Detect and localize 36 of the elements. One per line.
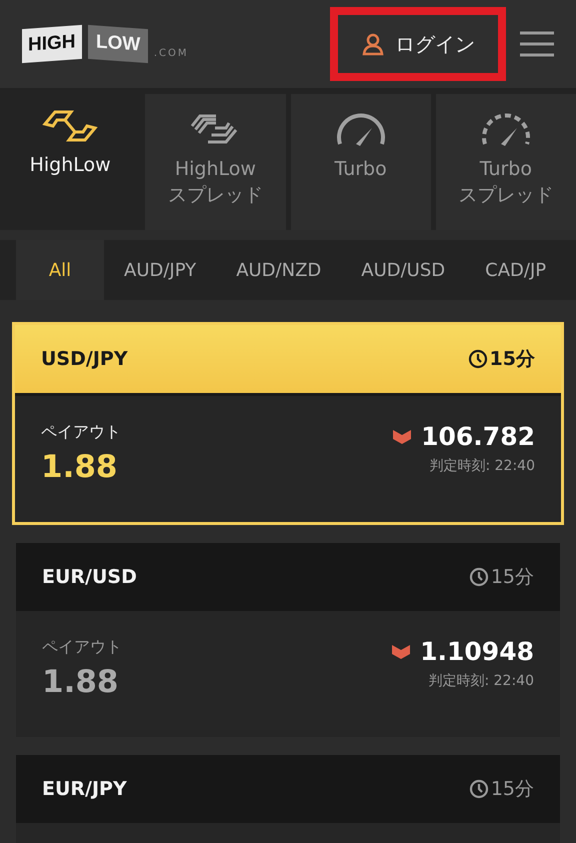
rate: 1.10948 bbox=[420, 637, 534, 666]
clock-icon bbox=[468, 349, 488, 369]
expiry-time: 判定時刻: 22:40 bbox=[428, 672, 534, 690]
payout-label: ペイアウト bbox=[41, 422, 121, 443]
product-tab[interactable]: Turbo スプレッド bbox=[436, 94, 576, 230]
payout-label: ペイアウト bbox=[42, 637, 122, 658]
currency-pair: EUR/JPY bbox=[42, 778, 127, 800]
currency-tab[interactable]: All bbox=[16, 240, 104, 300]
currency-tab[interactable]: CAD/JP bbox=[465, 240, 566, 300]
login-button[interactable]: ログイン bbox=[330, 7, 506, 81]
clock-icon bbox=[468, 779, 489, 799]
expiry-time: 判定時刻: 22:40 bbox=[429, 457, 535, 475]
logo[interactable]: HIGH LOW .COM bbox=[22, 27, 188, 61]
asset-card[interactable]: EUR/USD 15分 ペイアウト 1.88 1.10948 判定時刻: 22:40 bbox=[16, 543, 560, 737]
currency-tab[interactable]: AUD/USD bbox=[341, 240, 466, 300]
duration-text: 15分 bbox=[490, 565, 534, 590]
hexagon-links-icon bbox=[41, 108, 100, 144]
menu-icon[interactable] bbox=[520, 31, 554, 57]
rate: 106.782 bbox=[421, 422, 535, 451]
product-tab[interactable]: HighLow スプレッド bbox=[145, 94, 286, 230]
duration-text: 15分 bbox=[490, 777, 534, 802]
duration-text: 15分 bbox=[490, 347, 535, 372]
currency-tab[interactable]: AUD/JPY bbox=[104, 240, 216, 300]
logo-high: HIGH bbox=[22, 24, 82, 64]
user-icon bbox=[361, 32, 385, 56]
clock-icon bbox=[468, 567, 489, 587]
payout-value: 1.88 bbox=[41, 449, 118, 485]
asset-card[interactable]: USD/JPY 15分 ペイアウト 1.88 106.782 判定時刻: 22:40 bbox=[12, 322, 564, 525]
logo-suffix: .COM bbox=[154, 48, 188, 59]
payout-value: 1.88 bbox=[42, 664, 118, 700]
asset-card[interactable]: EUR/JPY 15分 bbox=[16, 755, 560, 843]
logo-low: LOW bbox=[88, 24, 148, 64]
product-tab[interactable]: Turbo bbox=[290, 94, 431, 230]
currency-pair: USD/JPY bbox=[41, 348, 128, 370]
currency-pair: EUR/USD bbox=[42, 566, 137, 588]
currency-tab[interactable]: AUD/NZD bbox=[216, 240, 342, 300]
